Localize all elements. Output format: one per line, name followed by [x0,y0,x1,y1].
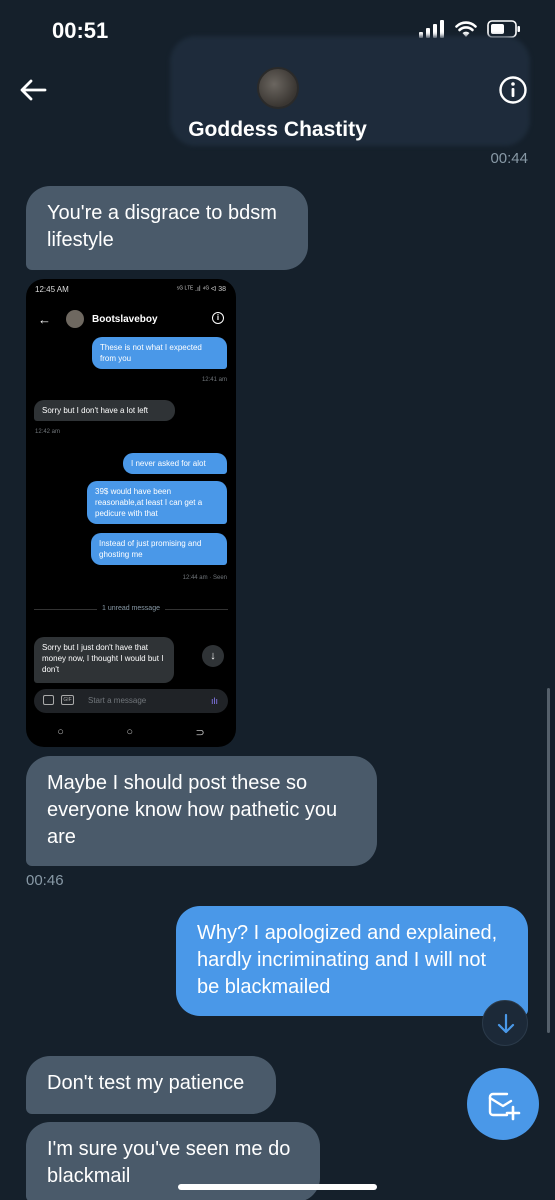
screenshot-message: Instead of just promising and ghosting m… [91,533,227,565]
screenshot-timestamp: 12:41 am [201,377,227,383]
screenshot-message: These is not what I expected from you [92,337,227,369]
compose-mail-icon [488,1092,521,1121]
new-message-button[interactable] [467,1068,539,1140]
screenshot-message: Sorry but I don't have a lot left [34,400,175,421]
screenshot-timestamp: 12:42 am [35,429,61,435]
attached-screenshot-image[interactable]: 12:45 AM ⁵ᴳ ᴸᵀᴱ .ıl ⁴ᴳ ᐊ 38 ← Bootslaveb… [26,279,236,747]
screenshot-contact-name: Bootslaveboy [92,314,158,325]
scrollbar[interactable] [547,688,550,1033]
screenshot-scroll-down-icon: ↓ [202,645,224,667]
screenshot-compose-placeholder: Start a message [88,696,147,705]
status-time: 00:51 [52,18,109,43]
screenshot-avatar [66,310,84,328]
screenshot-status-icons: ⁵ᴳ ᴸᵀᴱ .ıl ⁴ᴳ ᐊ 38 [176,286,226,293]
incoming-message[interactable]: Maybe I should post these so everyone kn… [26,756,377,866]
screenshot-info-icon: i [212,312,224,324]
incoming-message[interactable]: Don't test my patience [26,1056,276,1114]
screenshot-back-nav-icon: ⊃ [195,726,205,739]
screenshot-message: 39$ would have been reasonable,at least … [87,481,227,524]
screenshot-compose-bar: GIF Start a message ılı [34,689,228,713]
info-icon[interactable] [498,75,528,105]
arrow-down-icon [497,1013,515,1034]
screenshot-home-icon: ○ [126,726,134,738]
message-timestamp: 00:46 [26,872,64,889]
screenshot-back-icon: ← [38,312,51,327]
screenshot-status-time: 12:45 AM [35,285,69,294]
screenshot-message: I never asked for alot [123,453,227,474]
screenshot-image-icon [43,695,54,705]
contact-name[interactable]: Goddess Chastity [0,118,555,142]
contact-avatar[interactable] [257,67,299,109]
outgoing-message[interactable]: Why? I apologized and explained, hardly … [176,906,528,1016]
screenshot-gif-icon: GIF [61,695,74,705]
screenshot-nav-bar: ○ ○ ⊃ [26,723,236,741]
screenshot-voice-icon: ılı [210,696,218,706]
back-arrow-icon[interactable] [18,76,48,104]
unread-label: 1 unread message [26,605,236,612]
screenshot-timestamp: 12:44 am · Seen [182,575,227,581]
home-indicator[interactable] [178,1184,377,1190]
screenshot-recents-icon: ○ [57,726,64,738]
message-timestamp: 00:44 [490,150,528,167]
incoming-message[interactable]: You're a disgrace to bdsm lifestyle [26,186,308,270]
scroll-to-bottom-button[interactable] [482,1000,528,1046]
screenshot-message: Sorry but I just don't have that money n… [34,637,174,683]
